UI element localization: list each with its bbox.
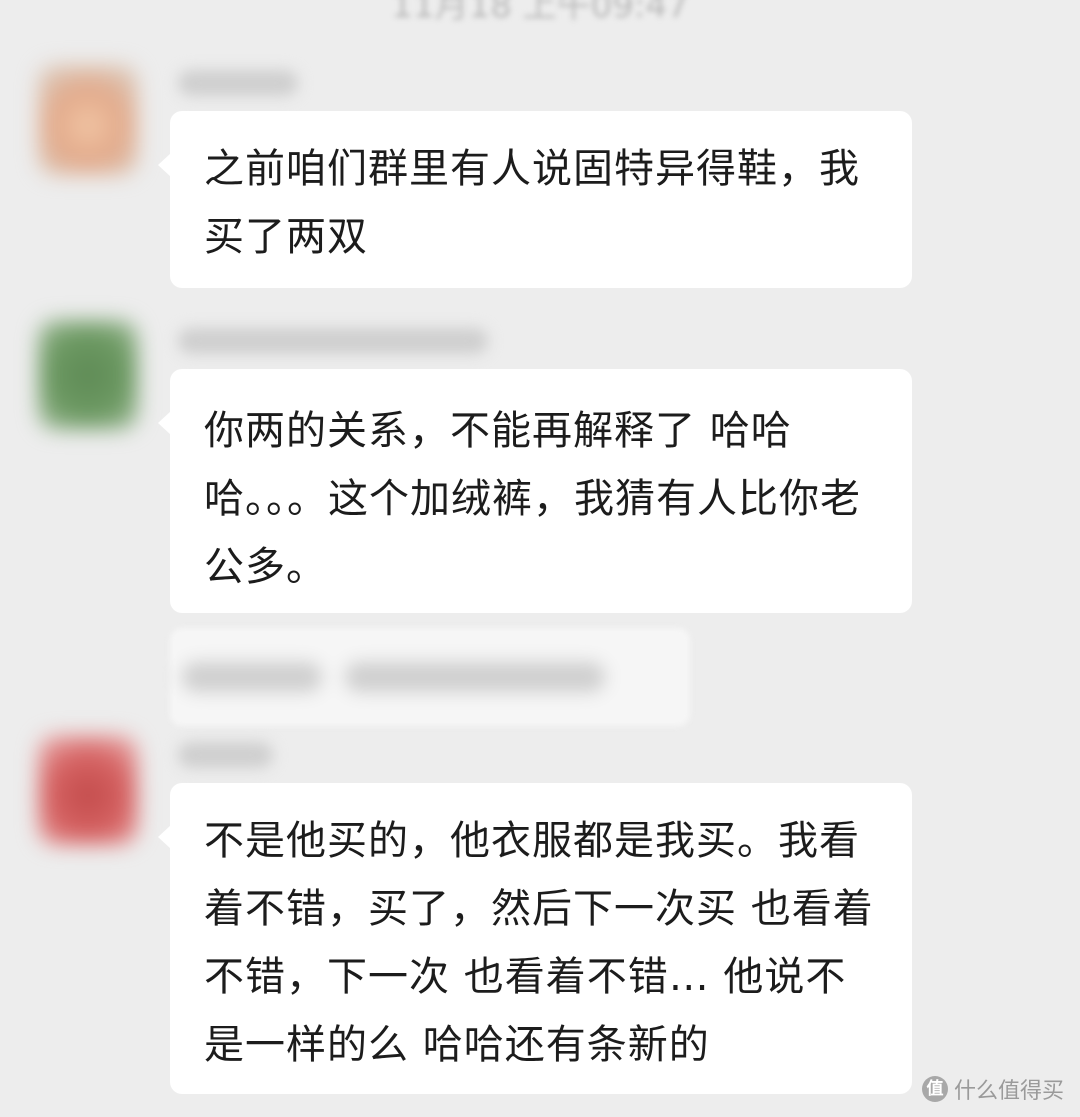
watermark-text: 什么值得买	[953, 1079, 1064, 1104]
message-text: 你两的关系，不能再解释了 哈哈哈。。。这个加绒裤，我猜有人比你老公多。	[204, 408, 861, 590]
sender-nickname	[178, 328, 488, 354]
blurred-text	[345, 662, 605, 692]
chat-timestamp: 11月18 上午09:47	[391, 0, 689, 26]
blurred-text	[182, 662, 322, 692]
blurred-message-bubble[interactable]	[170, 628, 690, 726]
smzdm-logo-icon: 值	[921, 1076, 948, 1102]
message-text: 之前咱们群里有人说固特异得鞋，我买了两双	[204, 146, 860, 260]
sender-avatar[interactable]	[38, 320, 138, 430]
message-text: 不是他买的，他衣服都是我买。我看着不错，买了，然后下一次买 也看着不错，下一次 …	[204, 818, 874, 1068]
sender-nickname	[178, 742, 273, 768]
sender-avatar[interactable]	[38, 65, 138, 175]
message-bubble[interactable]: 不是他买的，他衣服都是我买。我看着不错，买了，然后下一次买 也看着不错，下一次 …	[158, 783, 912, 1094]
watermark: 值 什么值得买	[921, 1073, 1064, 1105]
sender-nickname	[178, 70, 298, 96]
message-bubble[interactable]: 之前咱们群里有人说固特异得鞋，我买了两双	[158, 111, 912, 288]
message-bubble[interactable]: 你两的关系，不能再解释了 哈哈哈。。。这个加绒裤，我猜有人比你老公多。	[158, 369, 912, 613]
sender-avatar[interactable]	[38, 735, 138, 845]
